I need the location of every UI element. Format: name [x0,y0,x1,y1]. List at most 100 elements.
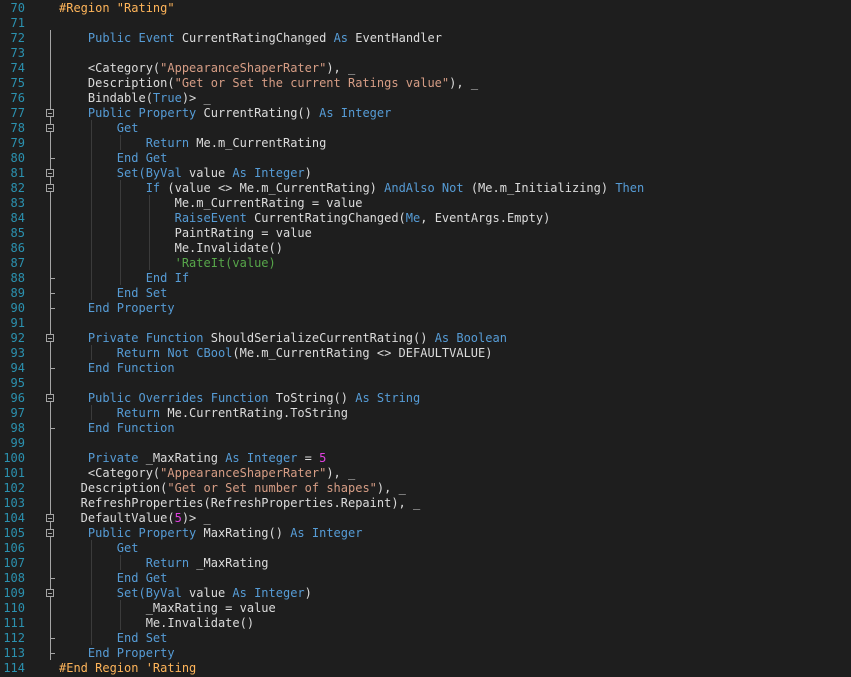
line-number: 83 [10,195,25,210]
code-line[interactable]: 106 Get [0,541,851,556]
collapse-toggle-icon[interactable] [46,394,54,402]
code-text: End If [59,271,189,286]
code-line[interactable]: 87 'RateIt(value) [0,256,851,271]
code-token: 'RateIt(value) [174,255,276,270]
code-line[interactable]: 105 Public Property MaxRating() As Integ… [0,526,851,541]
code-line[interactable]: 88 End If [0,271,851,286]
line-number: 95 [10,375,25,390]
code-line[interactable]: 114 #End Region 'Rating [0,661,851,676]
code-line[interactable]: 108 End Get [0,571,851,586]
code-line[interactable]: 84 RaiseEvent CurrentRatingChanged(Me, E… [0,211,851,226]
line-number: 106 [3,540,25,555]
code-line[interactable]: 100 Private _MaxRating As Integer = 5 [0,451,851,466]
code-line[interactable]: 77 Public Property CurrentRating() As In… [0,106,851,121]
code-text: Public Property MaxRating() As Integer [59,525,363,541]
code-text: End Function [59,361,175,376]
code-token: (Me.m_Initializing) [463,180,616,195]
line-number: 100 [3,450,25,465]
code-token: ) [304,165,312,180]
collapse-toggle-icon[interactable] [46,529,54,537]
code-line[interactable]: 111 Me.Invalidate() [0,616,851,631]
collapse-toggle-icon[interactable] [46,109,54,117]
code-line[interactable]: 101 <Category("AppearanceShaperRater"), … [0,466,851,481]
code-line[interactable]: 104 DefaultValue(5)> _ [0,511,851,526]
code-token: Private [87,450,139,465]
code-line[interactable]: 97 Return Me.CurrentRating.ToString [0,406,851,421]
collapse-toggle-icon[interactable] [46,589,54,597]
code-line[interactable]: 85 PaintRating = value [0,226,851,241]
collapse-toggle-icon[interactable] [46,184,54,192]
code-text: Private Function ShouldSerializeCurrentR… [59,331,507,346]
code-text: Description("Get or Set the current Rati… [59,76,478,91]
collapse-toggle-icon[interactable] [46,124,54,132]
code-line[interactable]: 70 #Region "Rating" [0,1,851,16]
code-text: Public Property CurrentRating() As Integ… [59,106,391,121]
code-token: Bindable( [59,90,153,105]
collapse-toggle-icon[interactable] [46,334,54,342]
code-line[interactable]: 113 End Property [0,646,851,661]
code-token: Me.CurrentRating.ToString [160,405,348,420]
line-number: 77 [10,105,25,120]
code-token: Description( [59,75,175,90]
code-line[interactable]: 107 Return _MaxRating [0,556,851,571]
code-line[interactable]: 72 Public Event CurrentRatingChanged As … [0,31,851,46]
code-text: End Property [59,646,175,661]
code-line[interactable]: 89 End Set [0,286,851,301]
code-token: End Property [87,645,175,660]
code-line[interactable]: 91 [0,316,851,331]
code-line[interactable]: 98 End Function [0,421,851,436]
code-line[interactable]: 76 Bindable(True)> _ [0,91,851,106]
code-line[interactable]: 82 If (value <> Me.m_CurrentRating) AndA… [0,181,851,196]
code-line[interactable]: 73 [0,46,851,61]
code-line[interactable]: 90 End Property [0,301,851,316]
code-line[interactable]: 94 End Function [0,361,851,376]
code-token: PaintRating = value [59,225,312,240]
code-line[interactable]: 80 End Get [0,151,851,166]
code-line[interactable]: 92 Private Function ShouldSerializeCurre… [0,331,851,346]
code-line[interactable]: 95 [0,376,851,391]
line-number: 109 [3,585,25,600]
code-line[interactable]: 78 Get [0,121,851,136]
code-line[interactable]: 71 [0,16,851,31]
code-line[interactable]: 112 End Set [0,631,851,646]
code-line[interactable]: 93 Return Not CBool(Me.m_CurrentRating <… [0,346,851,361]
outline-end-tick [50,158,55,159]
code-line[interactable]: 96 Public Overrides Function ToString() … [0,391,851,406]
code-line[interactable]: 79 Return Me.m_CurrentRating [0,136,851,151]
code-token: Description( [59,480,168,495]
code-line[interactable]: 103 RefreshProperties(RefreshProperties.… [0,496,851,511]
code-token: CurrentRating() [196,105,320,120]
code-line[interactable]: 86 Me.Invalidate() [0,241,851,256]
code-token: If [145,180,161,195]
code-text: Me.Invalidate() [59,241,283,256]
collapse-toggle-icon[interactable] [46,514,54,522]
collapse-toggle-icon[interactable] [46,169,54,177]
code-token: Return [116,405,161,420]
code-line[interactable]: 81 Set(ByVal value As Integer) [0,166,851,181]
outline-end-tick [50,278,55,279]
code-token: RaiseEvent [174,210,247,225]
line-number: 78 [10,120,25,135]
code-line[interactable]: 75 Description("Get or Set the current R… [0,76,851,91]
code-token: <Category( [59,465,161,480]
code-line[interactable]: 110 _MaxRating = value [0,601,851,616]
code-token: End Get [116,570,168,585]
code-line[interactable]: 102 Description("Get or Set number of sh… [0,481,851,496]
code-line[interactable]: 83 Me.m_CurrentRating = value [0,196,851,211]
code-line[interactable]: 74 <Category("AppearanceShaperRater"), _ [0,61,851,76]
code-line[interactable]: 99 [0,436,851,451]
line-number: 103 [3,495,25,510]
code-token: As Integer [290,525,363,540]
outline-end-tick [50,428,55,429]
code-editor[interactable]: 70 #Region "Rating" 71 72 Public Event Curr… [0,0,851,677]
code-line[interactable]: 109 Set(ByVal value As Integer) [0,586,851,601]
outline-end-tick [50,368,55,369]
code-text: Me.m_CurrentRating = value [59,196,363,211]
